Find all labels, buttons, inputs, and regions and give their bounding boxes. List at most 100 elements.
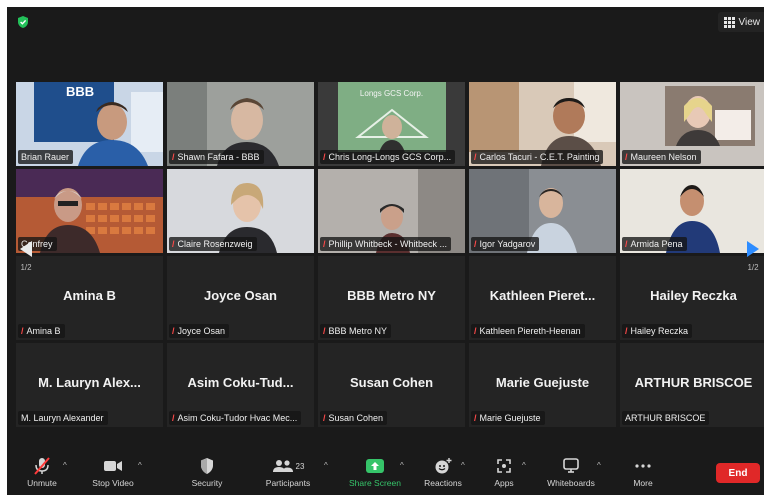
participant-display-name: ARTHUR BRISCOE [634, 375, 753, 390]
participant-label: / Kathleen Piereth-Heenan [471, 324, 585, 338]
apps-label: Apps [494, 478, 514, 488]
share-options-caret-icon[interactable]: ^ [400, 461, 404, 470]
previous-page-button[interactable]: 1/2 [15, 221, 37, 291]
participant-name: Marie Guejuste [479, 413, 541, 423]
participant-name: Phillip Whitbeck - Whitbeck ... [328, 239, 448, 249]
participant-name: Kathleen Piereth-Heenan [479, 326, 581, 336]
participant-tile[interactable]: BBB Metro NY / BBB Metro NY [318, 256, 465, 340]
participant-name: Asim Coku-Tudor Hvac Mec... [177, 413, 298, 423]
video-tile[interactable]: Longs GCS Corp. / Chris Long-Longs GCS C… [318, 82, 465, 166]
video-tile[interactable]: / Maureen Nelson [620, 82, 764, 166]
participant-label: ARTHUR BRISCOE [622, 411, 710, 425]
video-tile[interactable]: BBB Brian Rauer [16, 82, 163, 166]
encryption-shield-icon[interactable] [16, 15, 30, 29]
end-meeting-button[interactable]: End [716, 463, 760, 483]
whiteboards-options-caret-icon[interactable]: ^ [597, 461, 601, 470]
svg-text:BBB: BBB [66, 84, 94, 99]
participant-label: / Armida Pena [622, 237, 687, 251]
participant-display-name: M. Lauryn Alex... [38, 375, 141, 390]
participant-label: / Maureen Nelson [622, 150, 701, 164]
video-tile[interactable]: / Phillip Whitbeck - Whitbeck ... [318, 169, 465, 253]
more-dots-icon [635, 464, 651, 468]
muted-mic-icon: / [474, 238, 477, 249]
video-tile[interactable]: / Claire Rosenzweig [167, 169, 314, 253]
muted-mic-icon: / [172, 151, 175, 162]
security-button[interactable]: Security [177, 455, 237, 488]
participant-label: / Claire Rosenzweig [169, 237, 257, 251]
reactions-label: Reactions [424, 478, 462, 488]
security-shield-icon [201, 458, 213, 474]
participant-tile[interactable]: Marie Guejuste / Marie Guejuste [469, 343, 616, 427]
share-screen-label: Share Screen [349, 478, 401, 488]
top-bar: View [7, 7, 764, 37]
whiteboards-button[interactable]: Whiteboards [541, 455, 601, 488]
arrow-left-icon [20, 240, 32, 257]
participant-name: Igor Yadgarov [479, 239, 536, 249]
participant-tile[interactable]: Joyce Osan / Joyce Osan [167, 256, 314, 340]
participant-label: / Susan Cohen [320, 411, 388, 425]
unmute-button[interactable]: Unmute [12, 455, 72, 488]
meeting-toolbar: Unmute ^ Stop Video ^ Security 23 Partic… [7, 447, 764, 495]
participant-tile[interactable]: M. Lauryn Alex... M. Lauryn Alexander [16, 343, 163, 427]
participant-label: / Phillip Whitbeck - Whitbeck ... [320, 237, 452, 251]
participant-label: / Joyce Osan [169, 324, 230, 338]
unmute-options-caret-icon[interactable]: ^ [63, 461, 67, 470]
video-tile[interactable]: / Igor Yadgarov [469, 169, 616, 253]
muted-microphone-icon [34, 457, 50, 475]
participant-display-name: BBB Metro NY [347, 288, 436, 303]
participants-button[interactable]: 23 Participants [258, 455, 318, 488]
participant-tile[interactable]: Kathleen Pieret... / Kathleen Piereth-He… [469, 256, 616, 340]
view-label: View [738, 16, 761, 28]
participant-name: Hailey Reczka [630, 326, 689, 336]
apps-button[interactable]: Apps [474, 455, 534, 488]
participant-tile[interactable]: Susan Cohen / Susan Cohen [318, 343, 465, 427]
participant-display-name: Amina B [63, 288, 116, 303]
share-screen-button[interactable]: Share Screen [345, 455, 405, 488]
reactions-button[interactable]: Reactions [413, 455, 473, 488]
participants-label: Participants [265, 478, 311, 488]
page-indicator-left: 1/2 [20, 262, 32, 272]
participant-name: Amina B [26, 326, 61, 336]
whiteboards-label: Whiteboards [547, 478, 595, 488]
participant-name: Brian Rauer [21, 152, 70, 162]
video-tile-active-speaker[interactable]: Confrey [16, 169, 163, 253]
participants-options-caret-icon[interactable]: ^ [324, 461, 328, 470]
participant-display-name: Kathleen Pieret... [489, 288, 596, 303]
reactions-options-caret-icon[interactable]: ^ [461, 461, 465, 470]
participant-name: ARTHUR BRISCOE [625, 413, 706, 423]
video-tile[interactable]: / Shawn Fafara - BBB [167, 82, 314, 166]
apps-options-caret-icon[interactable]: ^ [522, 461, 526, 470]
video-options-caret-icon[interactable]: ^ [138, 461, 142, 470]
muted-mic-icon: / [474, 325, 477, 336]
whiteboard-icon [563, 458, 579, 473]
participant-tile[interactable]: ARTHUR BRISCOE ARTHUR BRISCOE [620, 343, 764, 427]
participant-tile[interactable]: Asim Coku-Tud... / Asim Coku-Tudor Hvac … [167, 343, 314, 427]
participant-label: / Igor Yadgarov [471, 237, 540, 251]
participant-label: / BBB Metro NY [320, 324, 392, 338]
participant-tile[interactable]: Amina B / Amina B [16, 256, 163, 340]
participant-display-name: Marie Guejuste [495, 375, 590, 390]
more-button[interactable]: More [613, 455, 673, 488]
muted-mic-icon: / [21, 325, 24, 336]
participant-label: / Carlos Tacuri - C.E.T. Painting [471, 150, 604, 164]
next-page-button[interactable]: 1/2 [742, 221, 764, 291]
participant-name: Joyce Osan [177, 326, 226, 336]
muted-mic-icon: / [625, 325, 628, 336]
view-button[interactable]: View [717, 12, 764, 32]
muted-mic-icon: / [172, 238, 175, 249]
grid-view-icon [723, 16, 735, 28]
stop-video-button[interactable]: Stop Video [83, 455, 143, 488]
participant-label: / Hailey Reczka [622, 324, 693, 338]
participant-label: M. Lauryn Alexander [18, 411, 108, 425]
muted-mic-icon: / [474, 151, 477, 162]
stop-video-label: Stop Video [92, 478, 134, 488]
muted-mic-icon: / [323, 238, 326, 249]
participant-display-name: Asim Coku-Tud... [187, 375, 294, 390]
participant-display-name: Susan Cohen [349, 375, 434, 390]
participant-label: / Asim Coku-Tudor Hvac Mec... [169, 411, 302, 425]
participant-name: BBB Metro NY [328, 326, 388, 336]
video-tile[interactable]: / Carlos Tacuri - C.E.T. Painting [469, 82, 616, 166]
participants-icon [272, 460, 293, 472]
security-label: Security [191, 478, 223, 488]
reactions-smiley-icon [435, 458, 452, 474]
